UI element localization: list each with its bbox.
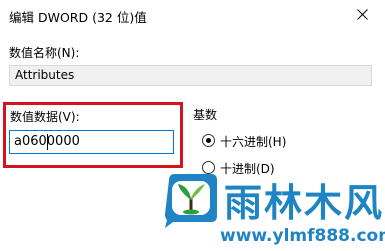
radio-hex-button[interactable]: [202, 134, 215, 147]
close-icon: [357, 9, 368, 20]
value-name-field[interactable]: Attributes: [9, 65, 372, 86]
radio-hex-label: 十六进制(H): [220, 135, 287, 149]
window-title: 编辑 DWORD (32 位)值: [9, 10, 147, 25]
value-name-label: 数值名称(N):: [9, 46, 80, 60]
radio-selected-dot: [206, 138, 211, 143]
close-button[interactable]: [341, 0, 385, 30]
watermark: 雨林木风 www.ylmf888.com: [160, 170, 385, 251]
title-bar: 编辑 DWORD (32 位)值: [0, 0, 385, 30]
highlight-annotation: [3, 102, 183, 168]
ylmf-logo: [165, 174, 217, 228]
base-label: 基数: [193, 108, 218, 122]
watermark-title: 雨林木风: [224, 181, 385, 225]
edit-dword-dialog: 编辑 DWORD (32 位)值 数值名称(N): Attributes 数值数…: [0, 0, 385, 251]
value-name-text: Attributes: [15, 68, 75, 82]
watermark-url: www.ylmf888.com: [220, 226, 385, 246]
